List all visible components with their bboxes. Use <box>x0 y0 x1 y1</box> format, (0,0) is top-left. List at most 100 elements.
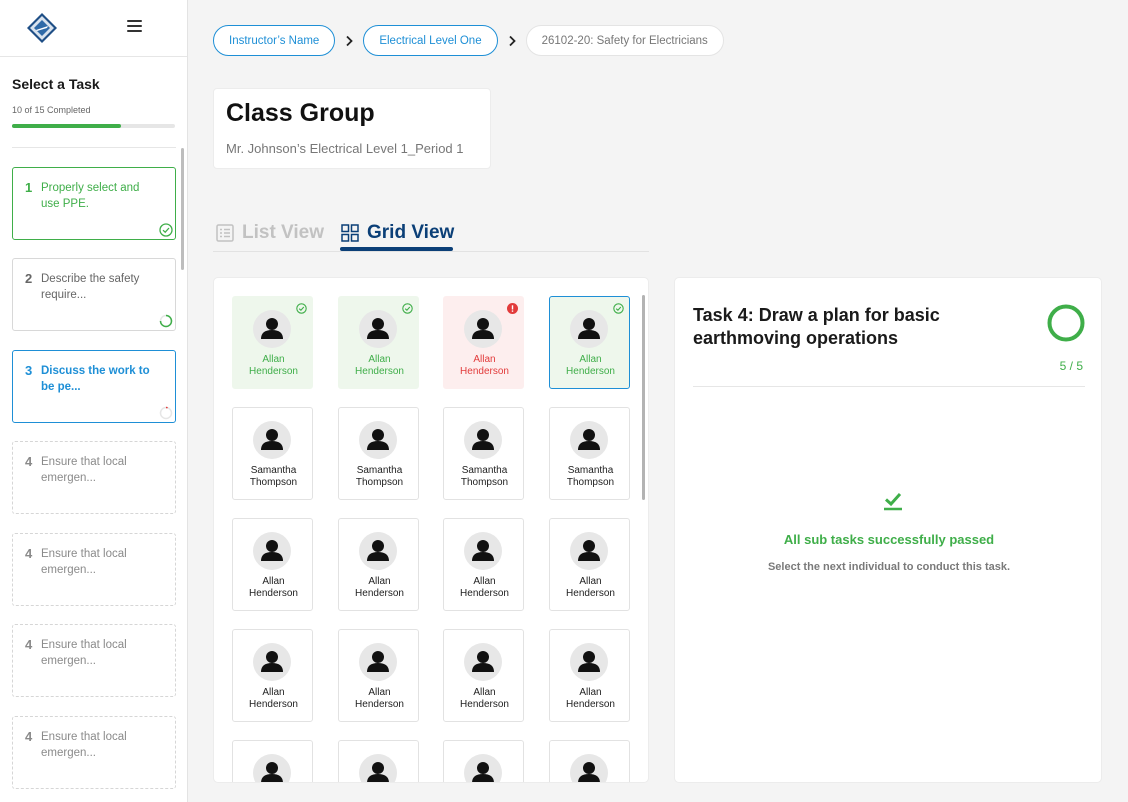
person-icon <box>367 540 389 561</box>
avatar <box>464 532 502 570</box>
student-first-name: Allan <box>579 354 602 365</box>
avatar <box>253 643 291 681</box>
avatar <box>570 754 608 782</box>
student-card[interactable]: Allan Henderson <box>232 629 313 722</box>
student-card[interactable]: Allan Henderson <box>232 296 313 389</box>
student-last-name: Henderson <box>460 588 509 599</box>
student-card[interactable]: Allan Henderson <box>232 518 313 611</box>
avatar <box>464 643 502 681</box>
student-card[interactable]: Allan Henderson <box>549 629 630 722</box>
student-card[interactable] <box>338 740 419 782</box>
task-item-4[interactable]: 4 Ensure that local emergen... <box>12 441 176 514</box>
person-icon <box>472 540 494 561</box>
student-card[interactable]: Allan Henderson <box>338 629 419 722</box>
student-name: Allan Henderson <box>444 687 525 711</box>
student-last-name: Henderson <box>566 366 615 377</box>
active-tab-indicator <box>340 247 453 251</box>
breadcrumb-course[interactable]: Electrical Level One <box>363 25 498 56</box>
student-name: Allan Henderson <box>339 354 420 378</box>
task-item-1[interactable]: 1 Properly select and use PPE. <box>12 167 176 240</box>
person-icon <box>261 762 283 782</box>
student-card[interactable] <box>549 740 630 782</box>
sidebar-scrollbar[interactable] <box>181 148 184 270</box>
student-first-name: Allan <box>473 354 496 365</box>
person-icon <box>578 762 600 782</box>
breadcrumb-instructor[interactable]: Instructor’s Name <box>213 25 336 56</box>
student-first-name: Allan <box>473 687 496 698</box>
tab-grid-label: Grid View <box>367 221 455 243</box>
subtask-count: 5 / 5 <box>1059 359 1083 373</box>
student-last-name: Thompson <box>566 477 615 488</box>
avatar <box>570 643 608 681</box>
student-name: Samantha Thompson <box>550 465 631 489</box>
student-last-name: Henderson <box>355 588 404 599</box>
avatar <box>253 754 291 782</box>
student-first-name: Samantha <box>567 465 614 476</box>
task-item-2[interactable]: 2 Describe the safety require... <box>12 258 176 331</box>
student-card[interactable]: Samantha Thompson <box>443 407 524 500</box>
student-card[interactable] <box>232 740 313 782</box>
task-item-7[interactable]: 4 Ensure that local emergen... <box>12 716 176 789</box>
student-first-name: Allan <box>262 354 285 365</box>
student-last-name: Henderson <box>355 366 404 377</box>
student-card[interactable]: Allan Henderson <box>549 296 630 389</box>
task-detail-panel: Task 4: Draw a plan for basic earthmovin… <box>674 277 1102 783</box>
task-label: Ensure that local emergen... <box>41 548 127 576</box>
student-card[interactable]: Samantha Thompson <box>338 407 419 500</box>
student-card[interactable]: Allan Henderson <box>443 296 524 389</box>
check-icon <box>884 492 902 511</box>
task-number: 3 <box>25 363 33 378</box>
student-card[interactable]: Allan Henderson <box>338 296 419 389</box>
student-card[interactable] <box>443 740 524 782</box>
student-card[interactable]: Allan Henderson <box>338 518 419 611</box>
task-item-5[interactable]: 4 Ensure that local emergen... <box>12 533 176 606</box>
student-last-name: Henderson <box>566 588 615 599</box>
task-number: 4 <box>25 454 33 469</box>
student-name: Allan Henderson <box>339 687 420 711</box>
student-name: Allan Henderson <box>550 576 631 600</box>
person-icon <box>578 429 600 450</box>
person-icon <box>472 318 494 339</box>
completion-ring-icon <box>1047 304 1085 342</box>
avatar <box>464 310 502 348</box>
task-number: 4 <box>25 729 33 744</box>
tab-list-label: List View <box>242 221 325 243</box>
check-circle-icon <box>159 223 173 237</box>
avatar <box>570 310 608 348</box>
menu-icon[interactable] <box>127 20 142 34</box>
task-label: Ensure that local emergen... <box>41 639 127 667</box>
tab-grid-view[interactable]: Grid View <box>341 214 454 251</box>
task-item-3[interactable]: 3 Discuss the work to be pe... <box>12 350 176 423</box>
student-last-name: Henderson <box>566 699 615 710</box>
student-card[interactable]: Allan Henderson <box>443 518 524 611</box>
person-icon <box>367 429 389 450</box>
student-name: Allan Henderson <box>233 576 314 600</box>
person-icon <box>578 318 600 339</box>
chevron-right-icon <box>498 25 526 56</box>
student-name: Allan Henderson <box>339 576 420 600</box>
student-card[interactable]: Samantha Thompson <box>549 407 630 500</box>
student-name: Allan Henderson <box>233 687 314 711</box>
student-first-name: Allan <box>262 576 285 587</box>
student-card[interactable]: Allan Henderson <box>443 629 524 722</box>
avatar <box>359 754 397 782</box>
list-icon <box>216 223 234 242</box>
avatar <box>359 532 397 570</box>
tab-list-view[interactable]: List View <box>216 214 324 251</box>
student-first-name: Allan <box>368 354 391 365</box>
student-card[interactable]: Samantha Thompson <box>232 407 313 500</box>
class-group-subtitle: Mr. Johnson’s Electrical Level 1_Period … <box>226 141 464 156</box>
grid-scrollbar[interactable] <box>642 295 645 500</box>
person-icon <box>367 762 389 782</box>
task-item-6[interactable]: 4 Ensure that local emergen... <box>12 624 176 697</box>
task-label: Ensure that local emergen... <box>41 731 127 759</box>
avatar <box>359 643 397 681</box>
avatar <box>253 310 291 348</box>
student-card[interactable]: Allan Henderson <box>549 518 630 611</box>
student-grid: Allan Henderson Allan Henderson Allan Henders… <box>213 277 649 783</box>
logo-icon[interactable] <box>26 12 58 44</box>
progress-ring-icon <box>159 406 173 420</box>
task-number: 4 <box>25 637 33 652</box>
person-icon <box>578 540 600 561</box>
student-first-name: Allan <box>579 576 602 587</box>
